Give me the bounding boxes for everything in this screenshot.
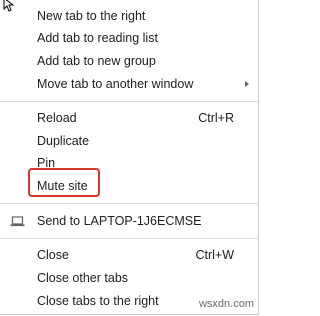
menu-item-label: Move tab to another window — [37, 77, 194, 91]
menu-item-duplicate[interactable]: Duplicate — [0, 130, 258, 152]
menu-item-close-other-tabs[interactable]: Close other tabs — [0, 267, 258, 289]
menu-item-shortcut: Ctrl+W — [195, 248, 234, 262]
menu-item-move-tab-to-another-window[interactable]: Move tab to another window — [0, 73, 258, 95]
menu-item-label: Reload — [37, 111, 77, 125]
menu-item-label: Close — [37, 248, 69, 262]
menu-item-send-to-device[interactable]: Send to LAPTOP-1J6ECMSE — [0, 210, 258, 232]
menu-separator — [0, 238, 258, 239]
laptop-icon — [10, 216, 25, 227]
menu-separator — [0, 203, 258, 204]
menu-item-label: New tab to the right — [37, 9, 146, 23]
menu-item-label: Close tabs to the right — [37, 294, 159, 308]
menu-item-new-tab-to-the-right[interactable]: New tab to the right — [0, 5, 258, 27]
menu-item-shortcut: Ctrl+R — [198, 111, 234, 125]
menu-item-close[interactable]: Close Ctrl+W — [0, 244, 258, 266]
menu-item-label: Duplicate — [37, 134, 90, 148]
menu-item-label: Add tab to reading list — [37, 31, 158, 45]
menu-item-label: Close other tabs — [37, 271, 129, 285]
tab-context-menu: New tab to the right Add tab to reading … — [0, 0, 259, 315]
menu-item-add-tab-to-reading-list[interactable]: Add tab to reading list — [0, 27, 258, 49]
mute-site-highlight-box — [28, 168, 100, 197]
watermark-text: wsxdn.com — [198, 298, 254, 310]
menu-item-add-tab-to-new-group[interactable]: Add tab to new group — [0, 50, 258, 72]
submenu-arrow-icon — [245, 81, 249, 87]
menu-item-label: Send to LAPTOP-1J6ECMSE — [37, 214, 202, 228]
menu-separator — [0, 101, 258, 102]
menu-item-reload[interactable]: Reload Ctrl+R — [0, 107, 258, 129]
menu-item-label: Add tab to new group — [37, 54, 156, 68]
